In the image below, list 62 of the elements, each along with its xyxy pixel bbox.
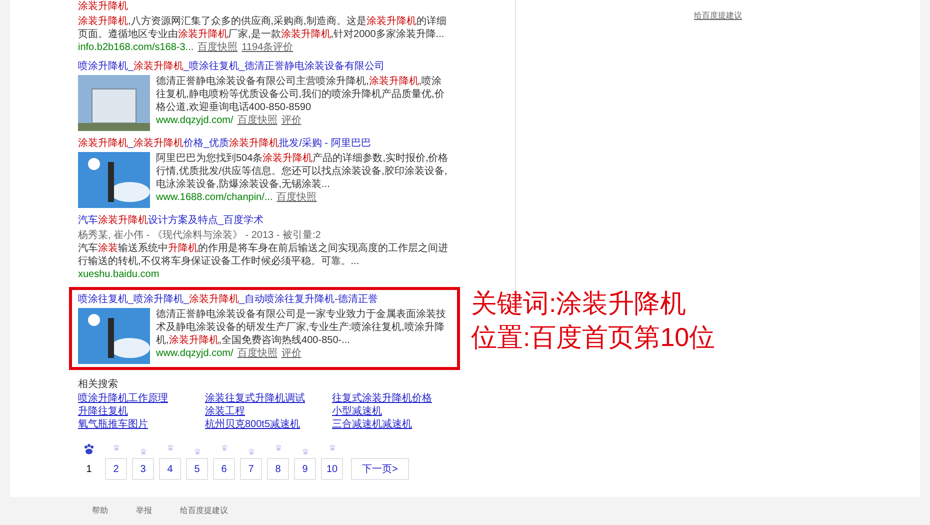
result-url: xueshu.baidu.com	[78, 268, 160, 281]
result-url: www.dqzyjd.com/	[156, 347, 234, 360]
photo-placeholder	[78, 75, 150, 131]
page-number-button[interactable]: 10	[321, 458, 343, 480]
related-search-link[interactable]: 氧气瓶推车图片	[78, 418, 197, 431]
related-search-link[interactable]: 小型减速机	[332, 405, 451, 418]
result-snippet: 阿里巴巴为您找到504条涂装升降机产品的详细参数,实时报价,价格行情,优质批发/供应等信息。您还可以找点涂装设备,胶印涂装设备,电泳涂装设备,防爆涂装设备,无锡涂装...	[156, 152, 450, 191]
result-url: www.1688.com/chanpin/...	[156, 191, 273, 204]
next-page-button[interactable]: 下一页>	[351, 458, 409, 480]
page-number-button[interactable]: 7	[240, 458, 262, 480]
footer-link[interactable]: 举报	[136, 505, 152, 517]
page-number-button[interactable]: 8	[267, 458, 289, 480]
related-search-link[interactable]: 升降往复机	[78, 405, 197, 418]
page-number-button[interactable]: 4	[159, 458, 181, 480]
page-number-button[interactable]: 2	[105, 458, 127, 480]
related-search-link[interactable]: 涂装往复式升降机调试	[205, 392, 324, 405]
related-search-link[interactable]: 往复式涂装升降机价格	[332, 392, 451, 405]
photo-placeholder	[78, 152, 150, 208]
footer-link[interactable]: 帮助	[92, 505, 108, 517]
footer-link[interactable]: 给百度提建议	[180, 505, 228, 517]
result-link[interactable]: 1194条评价	[242, 41, 294, 54]
result-link[interactable]: 评价	[281, 114, 302, 127]
result-snippet: 涂装升降机,八方资源网汇集了众多的供应商,采购商,制造商。这是涂装升降机的详细页面。遵循地区专业由涂装升降机厂家,是一款涂装升降机,针对2000多家涂装升降...	[78, 15, 448, 41]
paw-icon	[328, 444, 336, 451]
page-number-button[interactable]: 3	[132, 458, 154, 480]
paw-icon	[274, 444, 282, 451]
paw-icon	[112, 444, 120, 451]
paw-icon	[166, 444, 174, 451]
paw-icon	[220, 444, 228, 451]
result-url: info.b2b168.com/s168-3...	[78, 41, 194, 54]
paw-icon	[140, 448, 146, 455]
result-link[interactable]: 百度快照	[237, 347, 278, 360]
page-number-button[interactable]: 5	[186, 458, 208, 480]
photo-placeholder	[78, 308, 150, 364]
suggestion-link[interactable]: 给百度提建议	[694, 10, 742, 22]
annotation-text: 关键词:涂装升降机	[471, 287, 688, 320]
result-byline: 杨秀某, 崔小伟 - 《现代涂料与涂装》 - 2013 - 被引量:2	[78, 229, 322, 242]
result-snippet: 德清正誉静电涂装设备有限公司主营喷涂升降机,涂装升降机,喷涂往复机,静电喷粉等优质设备公司,我们的喷涂升降机产品质量优,价格公道,欢迎垂询电话400-850-8590	[156, 75, 446, 114]
result-url: www.dqzyjd.com/	[156, 114, 234, 127]
page-number-button[interactable]: 6	[213, 458, 235, 480]
paw-icon	[83, 443, 95, 455]
result-snippet: 汽车涂装输送系统中升降机的作用是将车身在前后输送之间实现高度的工作层之间进行输送的转机,不仅将车身保证设备工作时候必须平稳。可靠。...	[78, 242, 449, 268]
related-search-link[interactable]: 喷涂升降机工作原理	[78, 392, 197, 405]
paw-icon	[302, 448, 308, 455]
related-searches-heading: 相关搜索	[78, 378, 119, 392]
result-link[interactable]: 评价	[281, 347, 302, 360]
page-number-button[interactable]: 9	[294, 458, 316, 480]
result-link[interactable]: 百度快照	[237, 114, 278, 127]
result-title-link[interactable]: 汽车涂装升降机设计方案及特点_百度学术	[78, 214, 451, 227]
result-link[interactable]: 百度快照	[198, 41, 238, 54]
result-link[interactable]: 百度快照	[276, 191, 317, 204]
annotation-text: 位置:百度首页第10位	[471, 321, 716, 354]
result-title-link[interactable]: 喷涂升降机_涂装升降机_喷涂往复机_德清正誉静电涂装设备有限公司	[78, 60, 451, 73]
result-title-link[interactable]: 涂装升降机	[78, 0, 451, 13]
related-search-link[interactable]: 杭州贝克800t5减速机	[205, 418, 324, 431]
related-search-link[interactable]: 涂装工程	[205, 405, 324, 418]
result-title-link[interactable]: 喷涂往复机_喷涂升降机_涂装升降机_自动喷涂往复升降机-德清正誉	[78, 293, 451, 306]
paw-icon	[248, 448, 254, 455]
paw-icon	[194, 448, 200, 455]
result-snippet: 德清正誉静电涂装设备有限公司是一家专业致力于金属表面涂装技术及静电涂装设备的研发生产厂家,专业生产:喷涂往复机,喷涂升降机,涂装升降机,全国免费咨询热线400-850-...	[156, 308, 447, 347]
result-title-link[interactable]: 涂装升降机_涂装升降机价格_优质涂装升降机批发/采购 - 阿里巴巴	[78, 137, 451, 150]
related-search-link[interactable]: 三合减速机减速机	[332, 418, 451, 431]
